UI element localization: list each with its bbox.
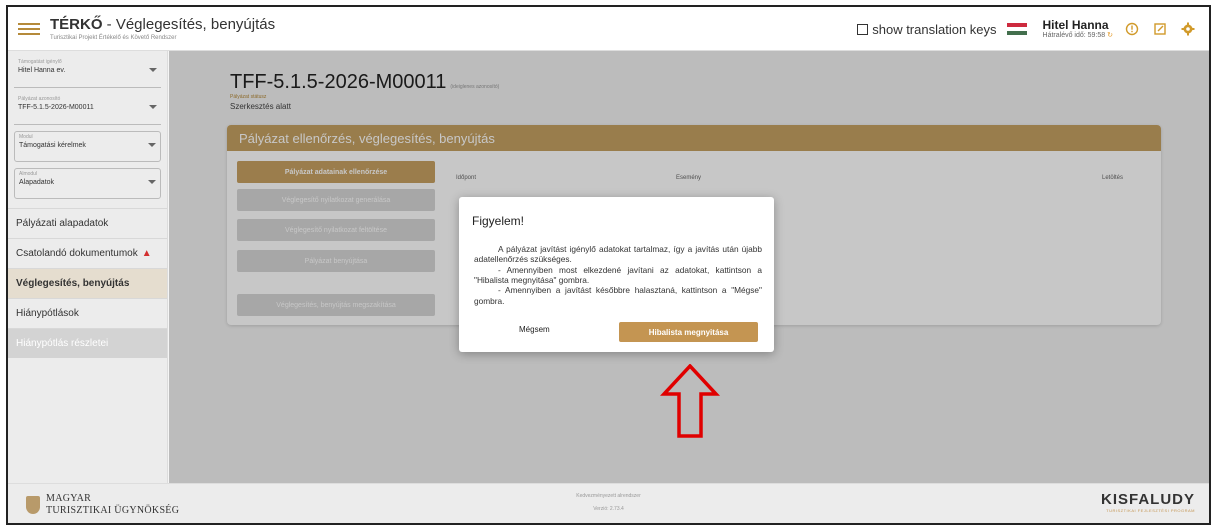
footer: MAGYAR TURISZTIKAI ÜGYNÖKSÉG Kedvezménye… [8,483,1209,523]
dropdown-arrow-icon [148,180,156,184]
dropdown-arrow-icon [149,105,157,109]
info-icon[interactable] [1123,20,1141,38]
sidebar-nav: Pályázati alapadatok Csatolandó dokument… [8,208,167,358]
select-label: Pályázat azonosító [18,96,61,102]
submodule-select[interactable]: Almodul Alapadatok [14,168,161,199]
translation-keys-label: show translation keys [872,21,997,37]
select-value: Támogatási kérelmek [19,142,86,149]
dialog-line-2: - Amennyiben most elkezdené javítani az … [474,264,762,286]
select-value: Alapadatok [19,179,55,186]
kisfaludy-logo-sub: TURISZTIKAI FEJLESZTÉSI PROGRAM [1106,508,1195,513]
dialog-line-3: - Amennyiben a javítást későbbre halaszt… [474,285,762,306]
version-label: Verzió: 2.73.4 [593,506,624,512]
application-id-select[interactable]: Pályázat azonosító TFF-5.1.5-2026-M00011 [14,94,161,125]
select-value: TFF-5.1.5-2026-M00011 [18,104,94,111]
sidebar-item-label: Csatolandó dokumentumok [16,248,138,259]
kisfaludy-logo: KISFALUDY TURISZTIKAI FEJLESZTÉSI PROGRA… [1101,491,1195,513]
dialog-message: A pályázat javítást igénylő adatokat tar… [474,244,762,306]
menu-icon[interactable] [18,22,40,35]
app-title: TÉRKŐ [50,16,103,33]
session-timer: Hátralévő idő: 59:58 ↻ [1043,32,1113,40]
checkbox-icon[interactable] [857,23,869,35]
sidebar: Támogatást igénylő Hitel Hanna ev. Pályá… [8,51,168,483]
module-select[interactable]: Modul Támogatási kérelmek [14,131,161,162]
select-value: Hitel Hanna ev. [18,67,66,74]
app-window: TÉRKŐ - Véglegesítés, benyújtás Turiszti… [6,5,1211,525]
select-label: Támogatást igénylő [18,59,62,65]
kisfaludy-logo-text: KISFALUDY [1100,491,1195,508]
remaining-time: Hátralévő idő: 59:58 [1042,31,1106,39]
dropdown-arrow-icon [148,143,156,147]
sidebar-item-deficiency-details: Hiánypótlás részletei [8,328,167,358]
footer-info: Kedvezményezett alrendszer Verzió: 2.73.… [8,490,1209,516]
dialog-title: Figyelem! [472,214,525,228]
page-subtitle: - Véglegesítés, benyújtás [102,16,276,33]
sidebar-item-documents[interactable]: Csatolandó dokumentumok ▲ [8,238,167,268]
select-label: Almodul [19,171,38,177]
red-arrow-icon [660,364,720,438]
brand: TÉRKŐ - Véglegesítés, benyújtás Turiszti… [50,16,275,41]
top-bar: TÉRKŐ - Véglegesítés, benyújtás Turiszti… [8,7,1209,51]
cancel-button[interactable]: Mégsem [519,325,550,334]
subsystem-name: Kedvezményezett alrendszer [576,493,641,499]
dialog-line-1: A pályázat javítást igénylő adatokat tar… [474,244,762,265]
user-info: Hitel Hanna Hátralévő idő: 59:58 ↻ [1042,17,1113,40]
edit-icon[interactable] [1151,20,1169,38]
header-actions: show translation keys Hitel Hanna Hátral… [857,7,1197,51]
warning-dialog: Figyelem! A pályázat javítást igénylő ad… [459,197,774,352]
hungarian-flag-icon[interactable] [1006,22,1027,36]
page-title: TÉRKŐ - Véglegesítés, benyújtás [50,16,275,33]
warning-icon: ▲ [141,248,152,259]
sidebar-item-finalize[interactable]: Véglegesítés, benyújtás [8,268,167,298]
translation-keys-toggle[interactable]: show translation keys [857,21,997,37]
dropdown-arrow-icon [149,68,157,72]
settings-icon[interactable] [1179,20,1197,38]
applicant-select[interactable]: Támogatást igénylő Hitel Hanna ev. [14,57,161,88]
system-name: Turisztikai Projekt Értékelő és Követő R… [50,35,177,41]
sidebar-item-basic-data[interactable]: Pályázati alapadatok [8,208,167,238]
refresh-icon[interactable]: ↻ [1107,32,1113,39]
open-error-list-button[interactable]: Hibalista megnyitása [619,322,758,342]
sidebar-item-deficiencies[interactable]: Hiánypótlások [8,298,167,328]
select-label: Modul [19,134,33,140]
user-name: Hitel Hanna [1042,17,1109,32]
